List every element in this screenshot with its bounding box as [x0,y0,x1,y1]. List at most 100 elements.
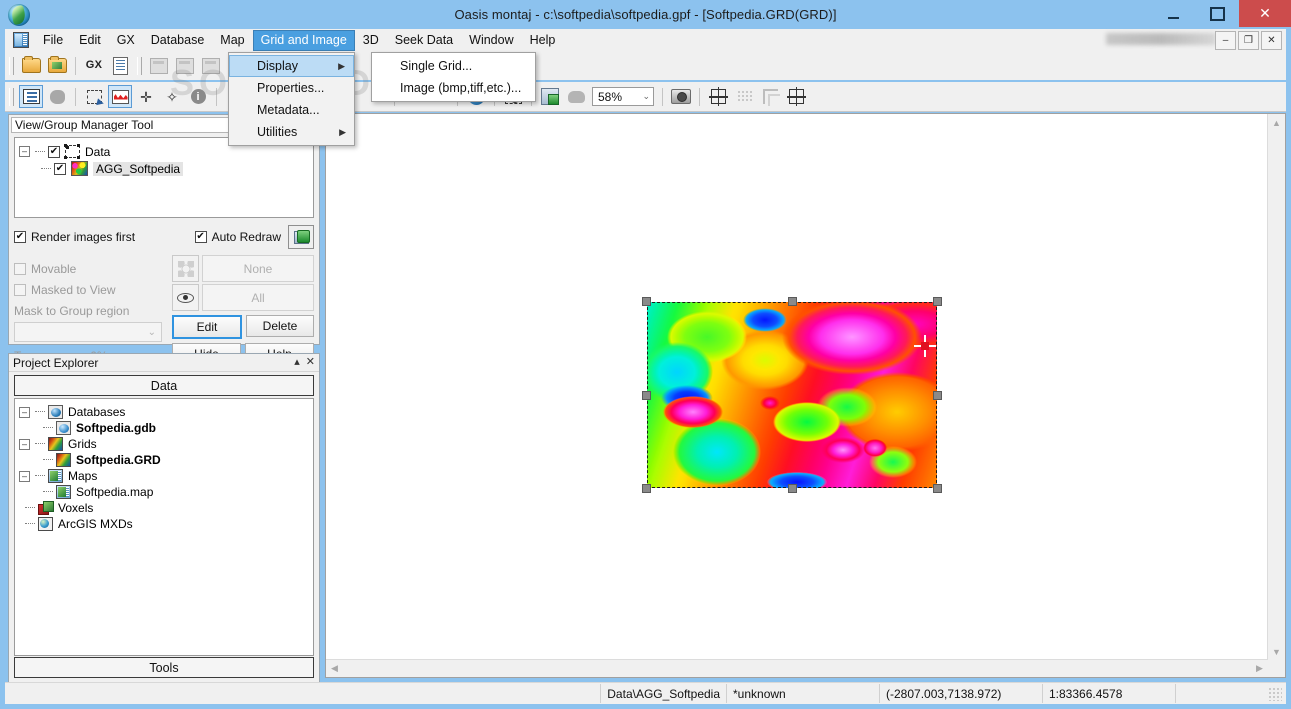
edit-profile-button[interactable] [108,85,132,108]
move-grid-button[interactable] [784,85,808,108]
handle-bottom-left[interactable] [642,484,651,493]
display-submenu[interactable]: Single Grid... Image (bmp,tiff,etc.)... [371,52,536,102]
menu-item-utilities[interactable]: Utilities ▶ [229,121,354,143]
screen-capture-button[interactable] [669,85,693,108]
grid-and-image-menu[interactable]: Display ▶ Properties... Metadata... Util… [228,52,355,146]
view-group-manager-button[interactable] [19,85,43,108]
handle-bottom-right[interactable] [933,484,942,493]
scroll-right-icon[interactable]: ▶ [1252,660,1267,677]
shadow-button[interactable] [564,85,588,108]
delete-button[interactable]: Delete [246,315,314,337]
tree-item-softpedia-grd[interactable]: Softpedia.GRD [19,452,309,468]
export-database-button[interactable] [199,54,223,77]
group-select-button[interactable] [45,85,69,108]
map-canvas[interactable] [326,114,1268,660]
masked-to-view-checkbox[interactable] [14,284,26,296]
handle-bottom-center[interactable] [788,484,797,493]
grid-lines-button[interactable] [706,85,730,108]
handle-top-right[interactable] [933,297,942,306]
select-group-button[interactable] [82,85,106,108]
menu-help[interactable]: Help [522,30,564,51]
info-button[interactable]: i [186,85,210,108]
edit-button[interactable]: Edit [172,315,242,339]
copy-grid-button[interactable] [538,85,562,108]
tab-tools[interactable]: Tools [14,657,314,678]
expander-icon[interactable]: – [19,146,30,157]
delete-points-button[interactable]: ✧ [160,85,184,108]
window-maximize-button[interactable] [1195,0,1239,27]
menu-item-display[interactable]: Display ▶ [229,55,354,77]
window-close-button[interactable]: ✕ [1239,0,1291,27]
mdi-minimize-button[interactable]: – [1215,31,1236,50]
zoom-level-combo[interactable]: 58% ⌄ [592,87,654,106]
view-group-tree[interactable]: – ✔ Data ✔ AGG_Softpedia [14,137,314,218]
menu-gx[interactable]: GX [109,30,143,51]
database-document-button[interactable] [108,54,132,77]
menu-seek-data[interactable]: Seek Data [387,30,461,51]
canvas-vertical-scrollbar[interactable]: ▲ ▼ [1267,114,1285,660]
open-map-button[interactable] [45,54,69,77]
resize-grip-icon[interactable] [1268,686,1282,701]
render-images-first-checkbox[interactable]: ✔ [14,231,26,243]
menu-item-metadata[interactable]: Metadata... [229,99,354,121]
menu-item-single-grid[interactable]: Single Grid... [372,55,535,77]
mask-region-combo[interactable]: ⌄ [14,322,162,342]
tree-item-softpedia-gdb[interactable]: Softpedia.gdb [19,420,309,436]
add-points-button[interactable]: ✛ [134,85,158,108]
toolbar-grip-2[interactable] [137,56,142,75]
agg-checkbox[interactable]: ✔ [54,162,66,175]
expander-icon[interactable]: – [19,470,30,482]
redraw-button[interactable] [288,225,314,249]
scroll-down-icon[interactable]: ▼ [1268,644,1285,659]
tree-item-softpedia-map[interactable]: Softpedia.map [19,484,309,500]
menu-map[interactable]: Map [212,30,252,51]
movable-checkbox[interactable] [14,263,26,275]
data-checkbox[interactable]: ✔ [48,145,60,158]
scroll-left-icon[interactable]: ◀ [327,660,342,677]
grid-selection[interactable] [642,297,942,493]
close-icon[interactable]: ✕ [306,357,315,368]
mdi-restore-button[interactable]: ❐ [1238,31,1259,50]
agg-softpedia-grid-image[interactable] [647,302,937,488]
dot-grid-button[interactable] [732,85,756,108]
handle-top-center[interactable] [788,297,797,306]
tree-item-voxels[interactable]: Voxels [19,500,309,516]
expander-icon[interactable]: – [19,406,30,418]
expander-icon[interactable]: – [19,438,30,450]
tree-item-arcgis-mxds[interactable]: ArcGIS MXDs [19,516,309,532]
canvas-horizontal-scrollbar[interactable]: ◀ ▶ [326,659,1268,677]
open-project-button[interactable] [19,54,43,77]
map-canvas-area[interactable]: ▲ ▼ ◀ ▶ [325,113,1286,678]
tree-item-maps[interactable]: – Maps [19,468,309,484]
menu-database[interactable]: Database [143,30,213,51]
tab-data[interactable]: Data [14,375,314,396]
new-database-button[interactable] [147,54,171,77]
handle-middle-right[interactable] [933,391,942,400]
scroll-up-icon[interactable]: ▲ [1268,115,1285,130]
menu-window[interactable]: Window [461,30,521,51]
ruler-button[interactable] [758,85,782,108]
handle-top-left[interactable] [642,297,651,306]
menu-item-properties[interactable]: Properties... [229,77,354,99]
menu-grid-and-image[interactable]: Grid and Image [252,29,355,51]
toolbar-grip-3[interactable] [9,87,14,106]
tree-item-databases[interactable]: – Databases [19,404,309,420]
window-minimize-button[interactable] [1151,0,1195,27]
select-none-icon-button[interactable] [172,255,199,282]
menu-file[interactable]: File [35,30,71,51]
handle-middle-left[interactable] [642,391,651,400]
toolbar-grip[interactable] [9,56,14,75]
select-all-button[interactable]: All [202,284,314,311]
project-explorer-tree[interactable]: – Databases Softpedia.gdb – Grids Softpe… [14,398,314,656]
auto-redraw-checkbox[interactable]: ✔ [194,231,207,243]
run-gx-button[interactable]: GX [82,54,106,77]
menu-3d[interactable]: 3D [355,30,387,51]
tree-item-grids[interactable]: – Grids [19,436,309,452]
menu-edit[interactable]: Edit [71,30,109,51]
collapse-icon[interactable]: ▴ [294,357,300,368]
import-database-button[interactable] [173,54,197,77]
menu-item-image[interactable]: Image (bmp,tiff,etc.)... [372,77,535,99]
mdi-close-button[interactable]: ✕ [1261,31,1282,50]
visibility-eye-icon-button[interactable] [172,284,199,311]
select-none-button[interactable]: None [202,255,314,282]
